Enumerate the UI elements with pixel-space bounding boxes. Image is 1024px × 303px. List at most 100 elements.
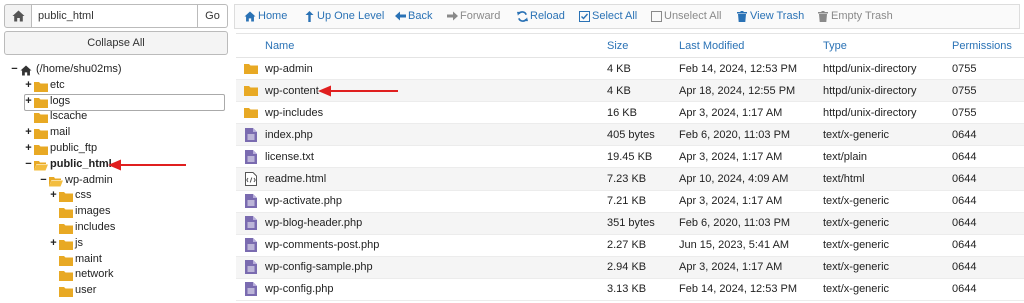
file-permissions: 0644 xyxy=(952,278,1024,302)
file-table: Name Size Last Modified Type Permissions… xyxy=(236,33,1024,302)
tree-item-images[interactable]: images xyxy=(0,204,232,220)
tree-item-label: logs xyxy=(50,94,71,107)
column-header-icon xyxy=(236,33,265,58)
back-button-label: Back xyxy=(408,10,433,22)
file-icon-cell xyxy=(236,190,265,213)
folder-icon xyxy=(59,287,73,298)
html-file-icon xyxy=(244,172,257,187)
column-header-name[interactable]: Name xyxy=(265,33,607,58)
expand-toggle[interactable]: + xyxy=(49,236,58,252)
expand-toggle[interactable]: + xyxy=(24,141,33,157)
tree-item-label: images xyxy=(75,205,111,218)
table-row[interactable]: wp-config.php 3.13 KB Feb 14, 2024, 12:53 … xyxy=(236,278,1024,302)
tree-item-label: (/home/shu02ms) xyxy=(36,63,122,75)
table-row[interactable]: wp-includes 16 KB Apr 3, 2024, 1:17 AM http… xyxy=(236,101,1024,125)
file-size: 4 KB xyxy=(607,79,679,103)
folder-icon xyxy=(34,129,48,140)
folder-icon xyxy=(59,192,73,203)
column-header-size[interactable]: Size xyxy=(607,33,679,58)
tree-item-label: includes xyxy=(75,220,116,233)
go-button[interactable]: Go xyxy=(198,4,228,28)
expand-toggle[interactable]: + xyxy=(24,94,33,110)
file-last-modified: Feb 14, 2024, 12:53 PM xyxy=(679,278,823,302)
tree-item-css[interactable]: + css xyxy=(0,188,232,204)
tree-item-public-ftp[interactable]: + public_ftp xyxy=(0,141,232,157)
folder-icon xyxy=(34,81,48,92)
tree-item-home-shu02ms[interactable]: − (/home/shu02ms) xyxy=(0,62,232,78)
table-row[interactable]: index.php 405 bytes Feb 6, 2020, 11:03 PM t… xyxy=(236,123,1024,147)
file-type: text/html xyxy=(823,167,952,191)
collapse-toggle[interactable]: − xyxy=(10,62,19,78)
reload-button-label: Reload xyxy=(530,10,565,22)
folder-icon xyxy=(243,86,258,97)
select-all-label: Select All xyxy=(592,10,638,22)
expand-toggle[interactable]: + xyxy=(49,188,58,204)
expand-toggle[interactable]: + xyxy=(24,125,33,141)
file-icon-cell xyxy=(236,256,265,279)
home-icon xyxy=(20,65,32,76)
file-name: wp-config.php xyxy=(265,278,607,302)
tree-item-lscache[interactable]: lscache xyxy=(0,109,232,125)
checkbox-checked-icon xyxy=(579,11,590,22)
column-header-last-modified[interactable]: Last Modified xyxy=(679,33,823,58)
table-row[interactable]: wp-activate.php 7.21 KB Apr 3, 2024, 1:17 … xyxy=(236,190,1024,213)
file-permissions: 0644 xyxy=(952,167,1024,191)
file-size: 2.27 KB xyxy=(607,234,679,257)
table-row[interactable]: license.txt 19.45 KB Apr 3, 2024, 1:17 AM t… xyxy=(236,145,1024,169)
collapse-toggle[interactable]: − xyxy=(24,157,33,173)
table-row[interactable]: wp-blog-header.php 351 bytes Feb 6, 2020, … xyxy=(236,212,1024,235)
column-header-type[interactable]: Type xyxy=(823,33,952,58)
tree-item-label: user xyxy=(75,284,97,297)
tree-item-includes[interactable]: includes xyxy=(0,220,232,236)
table-row[interactable]: wp-comments-post.php 2.27 KB Jun 15, 2023,… xyxy=(236,234,1024,257)
checkbox-empty-icon xyxy=(651,11,662,22)
file-size: 19.45 KB xyxy=(607,145,679,169)
file-type: text/x-generic xyxy=(823,256,952,279)
file-permissions: 0644 xyxy=(952,256,1024,279)
folder-icon xyxy=(59,223,73,234)
tree-item-network[interactable]: network xyxy=(0,267,232,283)
file-name: wp-comments-post.php xyxy=(265,234,607,257)
folder-icon xyxy=(59,255,73,266)
php-file-icon xyxy=(244,238,257,253)
home-icon xyxy=(244,11,256,22)
home-icon xyxy=(12,10,24,22)
tree-item-maint[interactable]: maint xyxy=(0,252,232,268)
tree-item-label: css xyxy=(75,189,92,202)
file-name: index.php xyxy=(265,123,607,147)
tree-item-mail[interactable]: + mail xyxy=(0,125,232,141)
refresh-icon xyxy=(517,11,528,22)
tree-item-label: maint xyxy=(75,252,102,265)
tree-item-logs[interactable]: + logs xyxy=(0,94,232,110)
empty-trash-label: Empty Trash xyxy=(831,10,893,22)
php-file-icon xyxy=(244,282,257,297)
path-input[interactable] xyxy=(32,4,198,28)
file-type: httpd/unix-directory xyxy=(823,101,952,125)
php-file-icon xyxy=(244,260,257,275)
table-row[interactable]: readme.html 7.23 KB Apr 10, 2024, 4:09 AM t… xyxy=(236,167,1024,191)
table-row[interactable]: wp-config-sample.php 2.94 KB Apr 3, 2024, … xyxy=(236,256,1024,279)
file-permissions: 0644 xyxy=(952,190,1024,213)
file-icon-cell xyxy=(236,234,265,257)
php-file-icon xyxy=(244,194,257,209)
collapse-all-button[interactable]: Collapse All xyxy=(4,31,228,55)
folder-icon xyxy=(59,271,73,282)
tree-item-wp-admin[interactable]: − wp-admin xyxy=(0,173,232,189)
collapse-toggle[interactable]: − xyxy=(39,173,48,189)
tree-item-label: mail xyxy=(50,126,71,139)
table-row[interactable]: wp-admin 4 KB Feb 14, 2024, 12:53 PM httpd/… xyxy=(236,57,1024,81)
column-header-permissions[interactable]: Permissions xyxy=(952,33,1024,58)
file-permissions: 0644 xyxy=(952,234,1024,257)
up-one-level-label: Up One Level xyxy=(317,10,385,22)
file-name: wp-activate.php xyxy=(265,190,607,213)
tree-item-etc[interactable]: + etc xyxy=(0,78,232,94)
tree-item-user[interactable]: user xyxy=(0,283,232,299)
tree-item-js[interactable]: + js xyxy=(0,236,232,252)
file-permissions: 0644 xyxy=(952,123,1024,147)
file-type: text/x-generic xyxy=(823,212,952,235)
file-size: 351 bytes xyxy=(607,212,679,235)
folder-open-icon xyxy=(34,160,48,171)
file-last-modified: Apr 18, 2024, 12:55 PM xyxy=(679,79,823,103)
home-directory-button[interactable] xyxy=(4,4,32,28)
expand-toggle[interactable]: + xyxy=(24,78,33,94)
